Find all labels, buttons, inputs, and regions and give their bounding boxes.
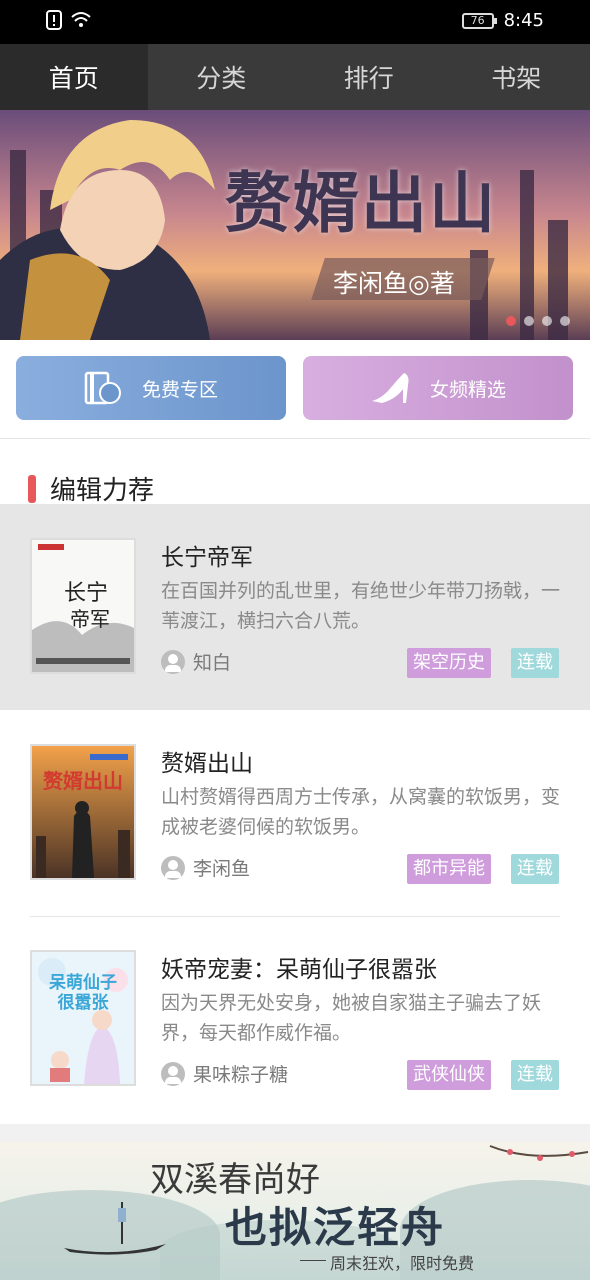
- genre-tag[interactable]: 武侠仙侠: [407, 1060, 491, 1090]
- book-cover[interactable]: 长宁 帝军: [30, 538, 136, 674]
- divider: [300, 1260, 326, 1261]
- divider: [0, 438, 590, 439]
- banner-poem-line-2: 也拟泛轻舟: [225, 1203, 446, 1252]
- cover-art-ink: 长宁 帝军: [32, 540, 134, 672]
- section-gap: [0, 1124, 590, 1142]
- plum-branch-icon: [489, 1145, 589, 1161]
- svg-text:很嚣张: 很嚣张: [58, 992, 110, 1013]
- author-row: 知白: [161, 648, 231, 675]
- book-title[interactable]: 赘婿出山: [161, 744, 253, 778]
- book-item[interactable]: 呆萌仙子 很嚣张 妖帝宠妻：呆萌仙子很嚣张 因为天界无处安身，她被自家猫主子骗去…: [0, 916, 590, 1124]
- banner-author: 李闲鱼◎著: [333, 269, 455, 298]
- author-row: 李闲鱼: [161, 854, 250, 881]
- holiday-banner[interactable]: 双溪春尚好 也拟泛轻舟 周末狂欢，限时免费: [0, 1142, 590, 1280]
- top-tab-bar: 首页 分类 排行 书架: [0, 44, 590, 110]
- high-heel-icon: [371, 373, 409, 403]
- character-illustration: [0, 120, 215, 340]
- book-description: 因为天界无处安身，她被自家猫主子骗去了妖界，每天都作威作福。: [161, 992, 542, 1044]
- author-avatar-icon: [161, 649, 185, 674]
- status-tag: 连载: [511, 854, 559, 884]
- svg-text:帝军: 帝军: [70, 607, 110, 631]
- banner-promo-text: 周末狂欢，限时免费: [330, 1254, 475, 1273]
- book-author: 知白: [193, 652, 232, 674]
- book-item[interactable]: 长宁 帝军 长宁帝军 在百国并列的乱世里，有绝世少年带刀扬戟，一苇渡江，横扫六合…: [0, 504, 590, 710]
- book-author: 李闲鱼: [193, 858, 251, 880]
- book-cover[interactable]: 呆萌仙子 很嚣张: [30, 950, 136, 1086]
- tab-ranking[interactable]: 排行: [295, 44, 443, 110]
- svg-text:赘婿出山: 赘婿出山: [42, 769, 123, 793]
- promo-banner[interactable]: 赘婿出山 李闲鱼◎著: [0, 110, 590, 340]
- book-author: 果味粽子糖: [193, 1064, 289, 1086]
- female-picks-label: 女频精选: [429, 378, 506, 401]
- carousel-dot[interactable]: [542, 316, 552, 326]
- banner-title: 赘婿出山: [225, 165, 497, 242]
- free-book-icon: [84, 371, 121, 405]
- tab-bookshelf[interactable]: 书架: [443, 44, 590, 110]
- author-avatar-icon: [161, 855, 185, 880]
- free-zone-button[interactable]: 免费专区: [16, 356, 286, 420]
- book-cover[interactable]: 赘婿出山: [30, 744, 136, 880]
- alert-icon: [46, 10, 62, 30]
- author-row: 果味粽子糖: [161, 1060, 288, 1087]
- book-title[interactable]: 长宁帝军: [161, 538, 253, 572]
- book-title[interactable]: 妖帝宠妻：呆萌仙子很嚣张: [161, 950, 437, 984]
- svg-text:呆萌仙子: 呆萌仙子: [48, 972, 117, 993]
- carousel-indicator: [506, 316, 570, 326]
- status-time: 8:45: [503, 10, 544, 31]
- boat-icon: [64, 1202, 166, 1255]
- section-accent-bar: [28, 474, 36, 503]
- book-description: 山村赘婿得西周方士传承，从窝囊的软饭男，变成被老婆伺候的软饭男。: [161, 786, 561, 838]
- female-picks-button[interactable]: 女频精选: [303, 356, 573, 420]
- carousel-dot[interactable]: [524, 316, 534, 326]
- genre-tag[interactable]: 架空历史: [407, 648, 491, 678]
- genre-tag[interactable]: 都市异能: [407, 854, 491, 884]
- status-tag: 连载: [511, 648, 559, 678]
- status-icons: [46, 10, 92, 30]
- tab-category[interactable]: 分类: [148, 44, 296, 110]
- cover-art-anime: 呆萌仙子 很嚣张: [32, 952, 134, 1084]
- author-avatar-icon: [161, 1061, 185, 1086]
- free-zone-label: 免费专区: [141, 378, 218, 401]
- carousel-dot[interactable]: [560, 316, 570, 326]
- carousel-dot[interactable]: [506, 316, 516, 326]
- cover-art-city: 赘婿出山: [32, 746, 134, 878]
- status-tag: 连载: [511, 1060, 559, 1090]
- tab-home[interactable]: 首页: [0, 44, 148, 110]
- book-description: 在百国并列的乱世里，有绝世少年带刀扬戟，一苇渡江，横扫六合八荒。: [161, 580, 561, 632]
- section-header: 编辑力荐: [28, 470, 154, 507]
- status-bar: 76 8:45: [0, 0, 590, 44]
- wifi-icon: [71, 12, 91, 27]
- book-item[interactable]: 赘婿出山 赘婿出山 山村赘婿得西周方士传承，从窝囊的软饭男，变成被老婆伺候的软饭…: [0, 710, 590, 917]
- battery-icon: 76: [461, 12, 497, 29]
- svg-text:长宁: 长宁: [64, 581, 108, 606]
- section-title: 编辑力荐: [50, 476, 155, 506]
